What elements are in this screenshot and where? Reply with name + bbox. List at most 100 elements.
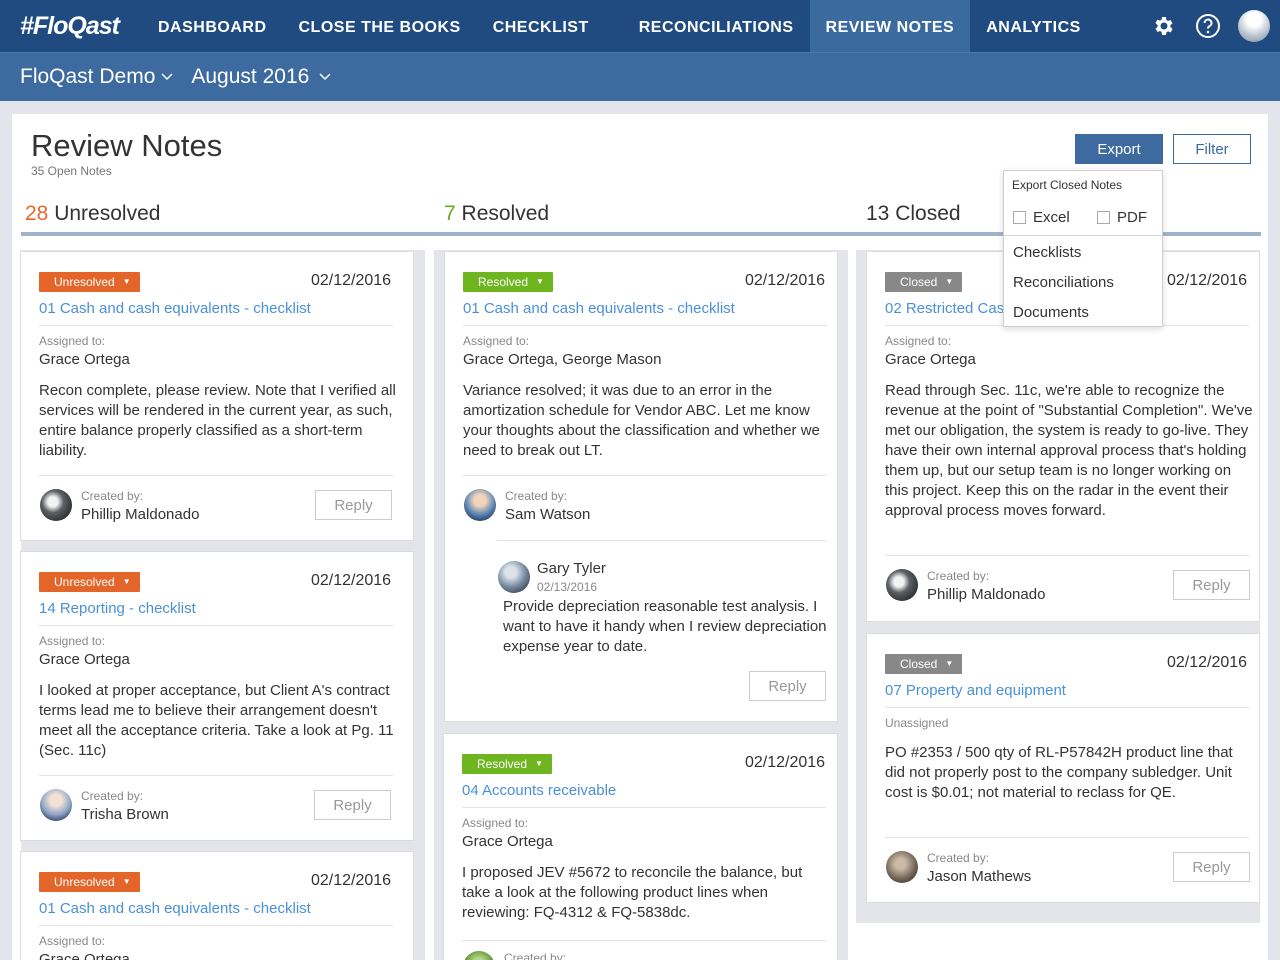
status-badge[interactable]: Closed ▼ <box>885 272 963 292</box>
assigned-value: Grace Ortega <box>39 351 130 368</box>
note-date: 02/12/2016 <box>745 754 826 771</box>
resolved-label: Resolved <box>461 202 550 225</box>
filter-button[interactable]: Filter <box>1173 134 1251 164</box>
chevron-down-icon <box>161 73 173 81</box>
export-dropdown-title: Export Closed Notes <box>1012 178 1123 192</box>
avatar <box>498 561 530 593</box>
user-avatar[interactable] <box>1238 10 1270 42</box>
creator-name: Phillip Maldonado <box>81 506 200 523</box>
divider <box>462 940 826 941</box>
divider <box>39 775 393 776</box>
pdf-checkbox[interactable] <box>1097 211 1110 224</box>
assigned-value: Grace Ortega, George Mason <box>463 351 662 368</box>
note-item-link[interactable]: 14 Reporting - checklist <box>39 600 196 617</box>
note-card[interactable]: Resolved ▼ 02/12/2016 04 Accounts receiva… <box>443 733 838 960</box>
excel-checkbox[interactable] <box>1013 211 1026 224</box>
nav-checklist[interactable]: CHECKLIST <box>477 0 623 52</box>
creator-name: Trisha Brown <box>81 806 169 823</box>
nav-dashboard[interactable]: DASHBOARD <box>142 0 283 52</box>
note-item-link[interactable]: 04 Accounts receivable <box>462 782 616 799</box>
caret-down-icon: ▼ <box>945 277 954 286</box>
assigned-label: Assigned to: <box>462 816 529 830</box>
nav-close-the-books[interactable]: CLOSE THE BOOKS <box>283 0 477 52</box>
reply-button[interactable]: Reply <box>314 790 391 820</box>
note-date: 02/12/2016 <box>311 872 392 889</box>
closed-label: Closed <box>895 202 961 225</box>
gear-icon[interactable] <box>1150 12 1178 40</box>
reply-text: Provide depreciation reasonable test ana… <box>503 598 827 655</box>
nav-icons <box>1134 0 1270 52</box>
reply-button[interactable]: Reply <box>1173 852 1250 882</box>
note-item-link[interactable]: 01 Cash and cash equivalents - checklist <box>39 300 311 317</box>
note-card[interactable]: Unresolved ▼ 02/12/2016 14 Reporting - ch… <box>20 551 414 841</box>
status-badge[interactable]: Unresolved ▼ <box>39 272 140 292</box>
assigned-label: Assigned to: <box>39 334 106 348</box>
status-badge[interactable]: Resolved ▼ <box>463 272 553 292</box>
creator-name: Phillip Maldonado <box>927 586 1046 603</box>
caret-down-icon: ▼ <box>535 759 543 768</box>
note-date: 02/12/2016 <box>745 272 826 289</box>
created-by-label: Created by: <box>927 851 990 865</box>
assigned-value: Grace Ortega <box>462 833 553 850</box>
divider <box>39 325 393 326</box>
assigned-value: Grace Ortega <box>39 651 130 668</box>
page-title: Review Notes <box>31 128 223 163</box>
note-date: 02/12/2016 <box>1167 272 1248 289</box>
status-badge[interactable]: Unresolved ▼ <box>39 872 140 892</box>
note-item-link[interactable]: 01 Cash and cash equivalents - checklist <box>39 900 311 917</box>
open-notes-count: 35 Open Notes <box>31 164 112 178</box>
unresolved-label: Unresolved <box>54 202 161 225</box>
caret-down-icon: ▼ <box>945 659 954 668</box>
company-selector[interactable]: FloQast Demo <box>20 65 173 89</box>
company-name: FloQast Demo <box>20 65 156 88</box>
avatar <box>463 951 495 960</box>
created-by-label: Created by: <box>927 569 990 583</box>
note-card[interactable]: Closed ▼ 02/12/2016 07 Property and equip… <box>866 633 1260 903</box>
nav-analytics[interactable]: ANALYTICS <box>970 0 1097 52</box>
created-by-label: Created by: <box>505 489 568 503</box>
divider <box>462 807 826 808</box>
floqast-logo[interactable]: #FloQast <box>20 12 142 41</box>
created-by-label: Created by: <box>81 789 144 803</box>
divider <box>885 837 1249 838</box>
divider <box>39 625 393 626</box>
help-icon[interactable] <box>1194 12 1222 40</box>
note-card[interactable]: Resolved ▼ 02/12/2016 01 Cash and cash eq… <box>444 251 838 722</box>
avatar <box>886 851 918 883</box>
export-documents[interactable]: Documents <box>1013 304 1089 321</box>
note-item-link[interactable]: 07 Property and equipment <box>885 682 1066 699</box>
export-reconciliations[interactable]: Reconciliations <box>1013 274 1114 291</box>
column-header-unresolved: 28 Unresolved <box>25 202 160 226</box>
nav-reconciliations[interactable]: RECONCILIATIONS <box>623 0 810 52</box>
reply-button[interactable]: Reply <box>749 671 826 701</box>
export-pdf-option[interactable]: PDF <box>1097 209 1147 226</box>
caret-down-icon: ▼ <box>122 877 131 886</box>
status-badge[interactable]: Closed ▼ <box>885 654 963 674</box>
note-card[interactable]: Unresolved ▼ 02/12/2016 01 Cash and cash … <box>20 251 414 541</box>
note-item-link[interactable]: 02 Restricted Cas <box>885 300 1004 317</box>
reply-button[interactable]: Reply <box>1173 570 1250 600</box>
export-excel-option[interactable]: Excel <box>1013 209 1070 226</box>
period-selector[interactable]: August 2016 <box>191 65 331 89</box>
export-checklists[interactable]: Checklists <box>1013 244 1081 261</box>
assigned-label: Assigned to: <box>885 334 952 348</box>
status-badge[interactable]: Unresolved ▼ <box>39 572 140 592</box>
status-badge[interactable]: Resolved ▼ <box>462 754 552 774</box>
export-button[interactable]: Export <box>1075 134 1163 164</box>
note-card[interactable]: Unresolved ▼ 02/12/2016 01 Cash and cash … <box>20 851 414 960</box>
pdf-label: PDF <box>1117 209 1147 226</box>
note-date: 02/12/2016 <box>311 572 392 589</box>
avatar <box>40 789 72 821</box>
avatar <box>886 569 918 601</box>
divider <box>885 707 1249 708</box>
column-header-closed: 13 Closed <box>866 202 961 226</box>
reply-button[interactable]: Reply <box>315 490 392 520</box>
column-header-resolved: 7 Resolved <box>444 202 549 226</box>
creator-name: Sam Watson <box>505 506 591 523</box>
note-date: 02/12/2016 <box>1167 654 1248 671</box>
export-dropdown: Export Closed Notes Excel PDF Checklists… <box>1003 170 1163 327</box>
reply-author: Gary Tyler <box>537 560 606 577</box>
nav-review-notes[interactable]: REVIEW NOTES <box>809 0 971 52</box>
note-item-link[interactable]: 01 Cash and cash equivalents - checklist <box>463 300 735 317</box>
divider <box>885 555 1249 556</box>
